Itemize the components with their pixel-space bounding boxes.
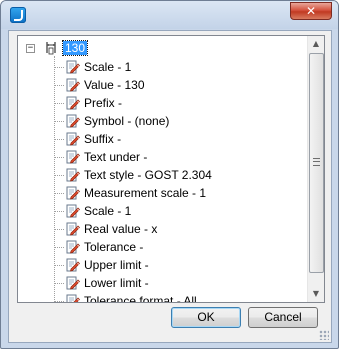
tree-item[interactable]: Scale - 1 [54, 203, 308, 221]
dimension-icon [46, 42, 56, 55]
property-edit-icon [66, 150, 80, 164]
tree-connector-line [55, 211, 64, 212]
tree-item[interactable]: Symbol - (none) [54, 113, 308, 131]
tree-root-node[interactable]: − 130 [18, 40, 308, 58]
tree-item[interactable]: Suffix - [54, 131, 308, 149]
tree-item-label: Value - 130 [84, 78, 145, 92]
dialog-window: ✕ − 130 Scale - 1 Value - 130 Prefix - Symb… [0, 0, 339, 349]
tree-connector-line [55, 139, 64, 140]
tree-connector-line [55, 193, 64, 194]
tree-item-label: Prefix - [84, 96, 123, 110]
tree-connector-line [55, 85, 64, 86]
tree-connector-line [55, 247, 64, 248]
tree-item[interactable]: Tolerance format - All [54, 293, 308, 303]
tree-item[interactable]: Real value - x [54, 221, 308, 239]
tree-item-label: Tolerance - [84, 240, 144, 254]
tree-item-label: Measurement scale - 1 [84, 186, 207, 200]
tree-connector-line [55, 121, 64, 122]
tree-item-label: Suffix - [84, 132, 122, 146]
tree-item-label: Scale - 1 [84, 60, 132, 74]
tree-item-label: Lower limit - [84, 276, 149, 290]
tree-item[interactable]: Tolerance - [54, 239, 308, 257]
tree-item-label: Text style - GOST 2.304 [84, 168, 212, 182]
tree-item[interactable]: Lower limit - [54, 275, 308, 293]
dialog-client-area: − 130 Scale - 1 Value - 130 Prefix - Symbol… [8, 30, 332, 343]
tree-connector-line [55, 283, 64, 284]
resize-grip-icon[interactable] [319, 330, 329, 340]
property-edit-icon [66, 222, 80, 236]
property-edit-icon [66, 78, 80, 92]
tree-item-label: Scale - 1 [84, 204, 132, 218]
tree-item[interactable]: Value - 130 [54, 77, 308, 95]
tree-item-label: Symbol - (none) [84, 114, 170, 128]
property-edit-icon [66, 96, 80, 110]
tree-connector-line [55, 301, 64, 302]
title-bar[interactable]: ✕ [1, 1, 338, 29]
collapse-icon[interactable]: − [26, 44, 35, 53]
tree-item-label: Text under - [84, 150, 148, 164]
property-edit-icon [66, 168, 80, 182]
property-edit-icon [66, 114, 80, 128]
tree-connector-line [55, 67, 64, 68]
tree-connector-line [55, 103, 64, 104]
tree-item[interactable]: Measurement scale - 1 [54, 185, 308, 203]
ok-button[interactable]: OK [171, 307, 241, 328]
tree-root-label[interactable]: 130 [61, 40, 89, 56]
property-edit-icon [66, 294, 80, 302]
property-edit-icon [66, 276, 80, 290]
cancel-button[interactable]: Cancel [248, 307, 318, 328]
tree-item-label: Upper limit - [84, 258, 149, 272]
tree-item[interactable]: Text style - GOST 2.304 [54, 167, 308, 185]
grip-icon [313, 158, 320, 166]
property-edit-icon [66, 204, 80, 218]
tree-connector-line [55, 265, 64, 266]
tree-connector-line [55, 157, 64, 158]
tree-connector-line [55, 175, 64, 176]
vertical-scrollbar[interactable]: ▲ ▼ [307, 36, 324, 302]
tree-item[interactable]: Text under - [54, 149, 308, 167]
tree-item-label: Real value - x [84, 222, 158, 236]
close-button[interactable]: ✕ [290, 2, 332, 20]
tree-connector-line [55, 229, 64, 230]
scroll-down-arrow-icon[interactable]: ▼ [308, 286, 324, 302]
property-edit-icon [66, 186, 80, 200]
tree-item[interactable]: Prefix - [54, 95, 308, 113]
tree-view[interactable]: − 130 Scale - 1 Value - 130 Prefix - Symbol… [17, 35, 325, 303]
property-edit-icon [66, 258, 80, 272]
tree-item[interactable]: Scale - 1 [54, 59, 308, 77]
property-edit-icon [66, 132, 80, 146]
scroll-up-arrow-icon[interactable]: ▲ [308, 36, 324, 52]
app-icon [10, 7, 26, 23]
property-edit-icon [66, 240, 80, 254]
property-edit-icon [66, 60, 80, 74]
scrollbar-thumb[interactable] [309, 53, 324, 273]
tree-item[interactable]: Upper limit - [54, 257, 308, 275]
tree-item-label: Tolerance format - All [84, 294, 197, 303]
